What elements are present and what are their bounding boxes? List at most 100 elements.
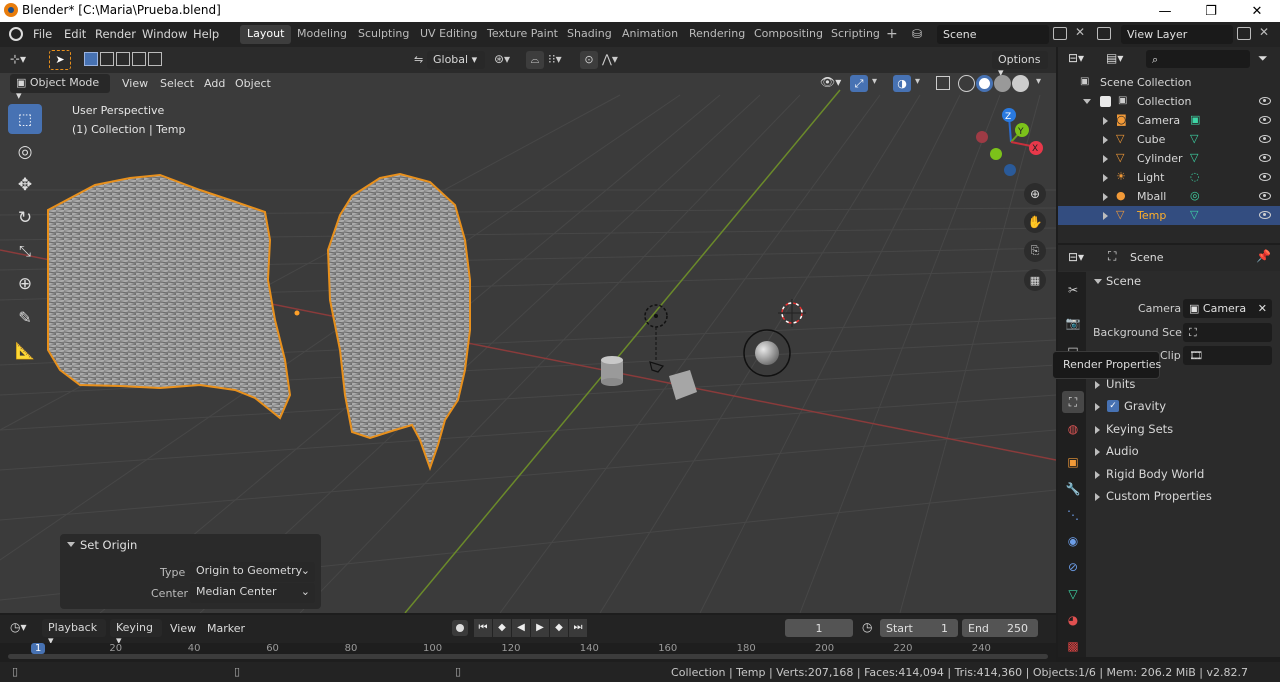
next-keyframe-icon[interactable]: ◆ bbox=[550, 619, 568, 637]
expand-icon[interactable] bbox=[1103, 174, 1108, 182]
collection-checkbox[interactable] bbox=[1100, 96, 1111, 107]
scene-selector-icon[interactable]: ⛁ bbox=[912, 27, 930, 41]
tab-shading[interactable]: Shading bbox=[560, 25, 619, 44]
tab-physics[interactable]: ◉ bbox=[1062, 530, 1084, 552]
transform-orientation-dropdown[interactable]: Global ▾ bbox=[427, 51, 485, 69]
type-dropdown[interactable]: Origin to Geometry ⌄ bbox=[190, 562, 315, 582]
panel-collapse-icon[interactable] bbox=[67, 542, 75, 547]
tab-object[interactable]: ▣ bbox=[1062, 451, 1084, 473]
outliner-editor-icon[interactable]: ⊟▾ bbox=[1068, 51, 1084, 65]
outliner-scene-collection[interactable]: ▣ Scene Collection bbox=[1058, 73, 1280, 92]
camera-field[interactable]: ▣ Camera ✕ bbox=[1183, 299, 1272, 318]
gravity-panel[interactable]: Gravity bbox=[1124, 399, 1166, 413]
blender-menu-icon[interactable] bbox=[9, 27, 23, 41]
delete-scene-icon[interactable]: ✕ bbox=[1075, 25, 1085, 39]
playback-dropdown[interactable]: Playback ▾ bbox=[42, 619, 106, 647]
rigid-body-expand-icon[interactable] bbox=[1095, 471, 1100, 479]
filter-icon[interactable]: ⏷ bbox=[1258, 51, 1268, 66]
tab-render[interactable]: 📷 bbox=[1062, 312, 1084, 334]
scene-panel-collapse-icon[interactable] bbox=[1094, 279, 1102, 284]
units-expand-icon[interactable] bbox=[1095, 381, 1100, 389]
tool-rotate[interactable]: ↻ bbox=[8, 203, 42, 233]
overlays-dropdown-icon[interactable]: ▾ bbox=[915, 76, 920, 87]
jump-start-icon[interactable]: ⏮ bbox=[474, 619, 492, 637]
outliner-item-cylinder[interactable]: ▽ Cylinder ▽ bbox=[1058, 149, 1280, 168]
expand-collection-icon[interactable] bbox=[1083, 99, 1091, 104]
menu-file[interactable]: File bbox=[33, 27, 52, 41]
expand-icon[interactable] bbox=[1103, 136, 1108, 144]
3d-viewport[interactable]: Z Y X ⊕ ✋ ⎘ ▦ User Perspective (1) Colle… bbox=[0, 47, 1056, 613]
select-intersect-icon[interactable] bbox=[148, 52, 162, 66]
shading-dropdown-icon[interactable]: ▾ bbox=[1036, 76, 1041, 87]
tab-modeling[interactable]: Modeling bbox=[290, 25, 354, 44]
gizmo-dropdown-icon[interactable]: ▾ bbox=[872, 76, 877, 87]
eye-icon[interactable] bbox=[1259, 135, 1271, 143]
menu-select[interactable]: Select bbox=[160, 77, 194, 90]
tab-texture-paint[interactable]: Texture Paint bbox=[480, 25, 565, 44]
outliner-item-temp[interactable]: ▽ Temp ▽ bbox=[1058, 206, 1280, 225]
wireframe-shading-icon[interactable] bbox=[958, 75, 975, 92]
outliner-item-cube[interactable]: ▽ Cube ▽ bbox=[1058, 130, 1280, 149]
keying-sets-panel[interactable]: Keying Sets bbox=[1106, 422, 1173, 436]
tool-select-box[interactable]: ⬚ bbox=[8, 104, 42, 134]
menu-render[interactable]: Render bbox=[95, 27, 136, 41]
timeline-ruler[interactable]: 1 20 40 60 80 100 120 140 160 180 200 220 240 bbox=[0, 643, 1056, 662]
audio-expand-icon[interactable] bbox=[1095, 448, 1100, 456]
options-dropdown[interactable]: Options ▾ bbox=[992, 51, 1048, 79]
tool-scale[interactable]: ⤡ bbox=[8, 236, 42, 266]
snap-target-icon[interactable]: ⁝⁝▾ bbox=[548, 52, 562, 66]
tool-cursor[interactable]: ◎ bbox=[8, 137, 42, 167]
xray-toggle-icon[interactable] bbox=[936, 76, 950, 90]
new-scene-icon[interactable] bbox=[1053, 27, 1067, 40]
close-button[interactable]: ✕ bbox=[1234, 0, 1280, 22]
proportional-falloff-icon[interactable]: ⋀▾ bbox=[602, 52, 618, 66]
tab-particles[interactable]: ⋱ bbox=[1062, 504, 1084, 526]
rendered-shading-icon[interactable] bbox=[1012, 75, 1029, 92]
eye-icon[interactable] bbox=[1259, 154, 1271, 162]
eye-icon[interactable] bbox=[1259, 211, 1271, 219]
clear-icon[interactable]: ✕ bbox=[1258, 302, 1267, 315]
outliner[interactable]: ⊟▾ ▤▾ ⌕ ⏷ ▣ Scene Collection ▣ Collectio… bbox=[1058, 47, 1280, 243]
menu-window[interactable]: Window bbox=[142, 27, 187, 41]
view-layer-icon[interactable] bbox=[1097, 27, 1111, 40]
select-extend-icon[interactable] bbox=[100, 52, 114, 66]
play-icon[interactable]: ▶ bbox=[531, 619, 549, 637]
material-shading-icon[interactable] bbox=[994, 75, 1011, 92]
perspective-toggle-icon[interactable]: ▦ bbox=[1024, 269, 1046, 291]
view-layer-field[interactable]: View Layer bbox=[1121, 25, 1233, 44]
editor-type-icon[interactable]: ⊹▾ bbox=[10, 52, 36, 68]
select-invert-icon[interactable] bbox=[132, 52, 146, 66]
pin-icon[interactable]: 📌 bbox=[1256, 249, 1271, 263]
outliner-item-mball[interactable]: ● Mball ◎ bbox=[1058, 187, 1280, 206]
eye-icon[interactable] bbox=[1259, 116, 1271, 124]
select-tool-icon[interactable]: ➤ bbox=[49, 50, 71, 70]
outliner-search-input[interactable]: ⌕ bbox=[1146, 50, 1250, 68]
play-reverse-icon[interactable]: ◀ bbox=[512, 619, 530, 637]
mode-dropdown[interactable]: ▣ Object Mode ▾ bbox=[10, 74, 110, 102]
custom-properties-expand-icon[interactable] bbox=[1095, 493, 1100, 501]
tab-sculpting[interactable]: Sculpting bbox=[351, 25, 416, 44]
timeline[interactable]: ◷▾ Playback ▾ Keying ▾ View Marker ⏮ ◆ ◀… bbox=[0, 615, 1056, 662]
tab-scripting[interactable]: Scripting bbox=[824, 25, 887, 44]
outliner-collection[interactable]: ▣ Collection bbox=[1058, 92, 1280, 111]
tool-transform[interactable]: ⊕ bbox=[8, 269, 42, 299]
tab-data[interactable]: ▽ bbox=[1062, 583, 1084, 605]
units-panel[interactable]: Units bbox=[1106, 377, 1135, 391]
keying-sets-expand-icon[interactable] bbox=[1095, 426, 1100, 434]
expand-icon[interactable] bbox=[1103, 212, 1108, 220]
end-frame-field[interactable]: End 250 bbox=[962, 619, 1038, 637]
pivot-point-icon[interactable]: ⊛▾ bbox=[494, 52, 510, 66]
jump-end-icon[interactable]: ⏭ bbox=[569, 619, 587, 637]
set-origin-panel[interactable]: Set Origin Type Origin to Geometry ⌄ Cent… bbox=[60, 534, 321, 609]
temp-mesh-left[interactable] bbox=[47, 173, 292, 420]
tool-annotate[interactable]: ✎ bbox=[8, 302, 42, 332]
select-new-icon[interactable] bbox=[84, 52, 98, 66]
solid-shading-icon[interactable] bbox=[976, 75, 993, 92]
tab-tool[interactable]: ✂ bbox=[1062, 279, 1084, 301]
pan-hand-icon[interactable]: ✋ bbox=[1024, 211, 1046, 233]
rigid-body-world-panel[interactable]: Rigid Body World bbox=[1106, 467, 1204, 481]
cylinder-object[interactable] bbox=[601, 356, 623, 386]
background-scene-field[interactable]: ⛶ bbox=[1183, 323, 1272, 342]
gravity-checkbox[interactable]: ✓ bbox=[1107, 400, 1119, 412]
outliner-item-light[interactable]: ☀ Light ◌ bbox=[1058, 168, 1280, 187]
